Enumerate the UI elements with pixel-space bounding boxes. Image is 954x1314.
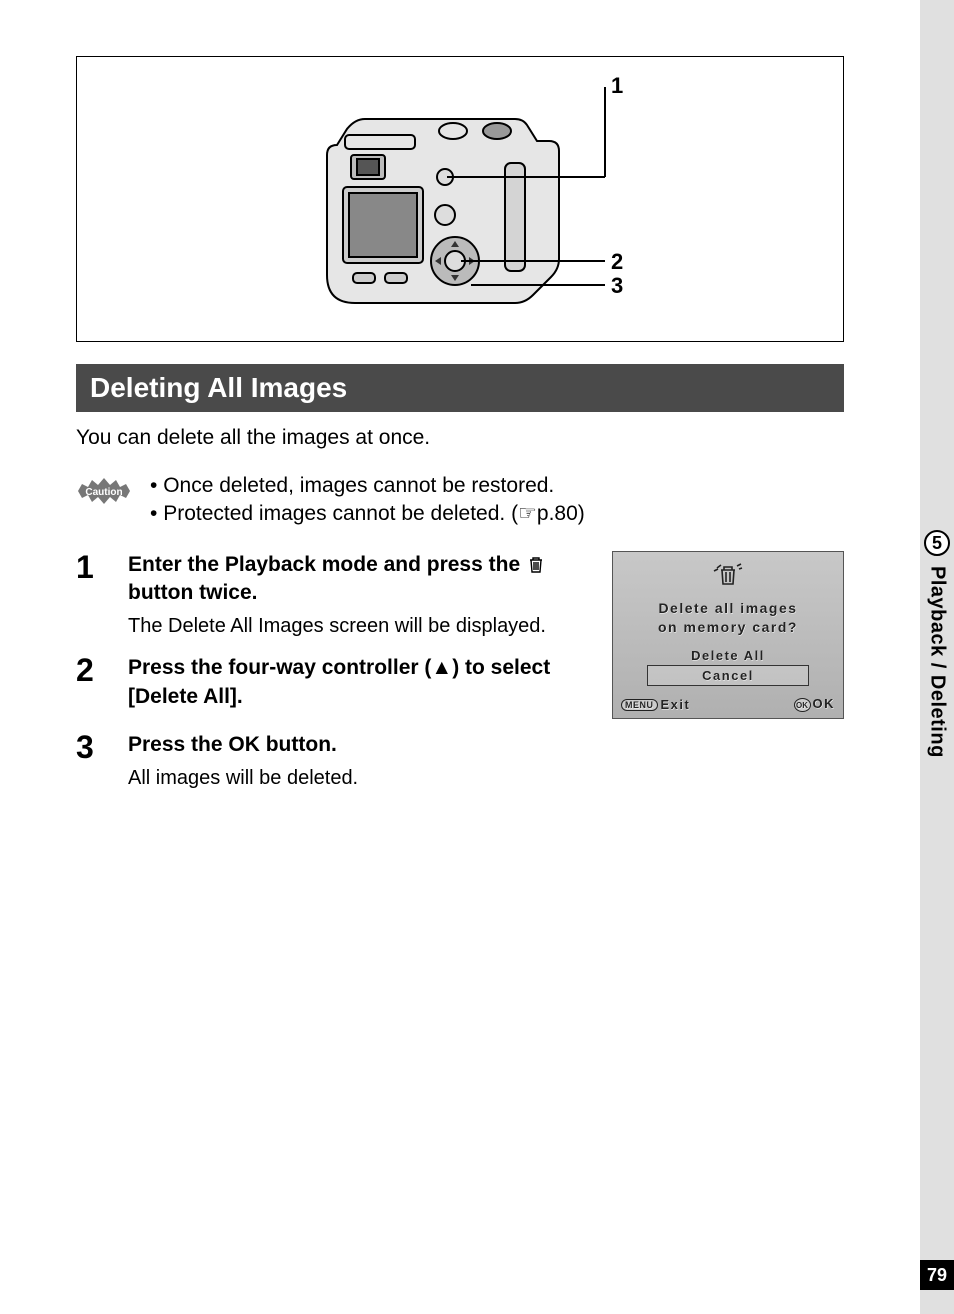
callout-2: 2 [611,249,623,275]
lcd-prompt: Delete all images on memory card? [621,599,835,637]
caution-item-2: Protected images cannot be deleted. (☞p.… [150,500,585,528]
step-2: 2 Press the four-way controller (▲) to s… [76,654,584,717]
step-text: The Delete All Images screen will be dis… [128,613,584,640]
page-number: 79 [920,1260,954,1290]
lcd-trash-icon [621,562,835,593]
chapter-number: 5 [924,530,950,556]
step-number: 1 [76,551,106,641]
step-title: Press the OK button. [128,731,584,759]
intro-text: You can delete all the images at once. [76,426,844,450]
caution-block: Caution Once deleted, images cannot be r… [76,472,844,529]
step-title: Press the four-way controller (▲) to sel… [128,654,584,711]
callout-lines [77,57,843,341]
lcd-menu-exit: MENUExit [621,697,690,712]
step-number: 3 [76,731,106,792]
step-title: Enter the Playback mode and press the bu… [128,551,584,608]
steps-list: 1 Enter the Playback mode and press the … [76,551,584,807]
step-text: All images will be deleted. [128,765,584,792]
trash-icon [528,556,544,574]
side-tab: 5 Playback / Deleting [920,530,954,870]
caution-item-1: Once deleted, images cannot be restored. [150,472,585,500]
camera-diagram: 1 2 3 [76,56,844,342]
caution-icon: Caution [76,476,132,506]
section-heading: Deleting All Images [76,364,844,412]
lcd-option-cancel: Cancel [647,665,809,686]
lcd-ok: OKOK [794,696,836,712]
lcd-option-delete-all: Delete All [647,646,809,665]
step-3: 3 Press the OK button. All images will b… [76,731,584,792]
step-number: 2 [76,654,106,717]
side-label: Playback / Deleting [926,566,949,758]
svg-text:Caution: Caution [85,487,122,498]
lcd-screen: Delete all images on memory card? Delete… [612,551,844,719]
callout-1: 1 [611,73,623,99]
callout-3: 3 [611,273,623,299]
step-1: 1 Enter the Playback mode and press the … [76,551,584,641]
